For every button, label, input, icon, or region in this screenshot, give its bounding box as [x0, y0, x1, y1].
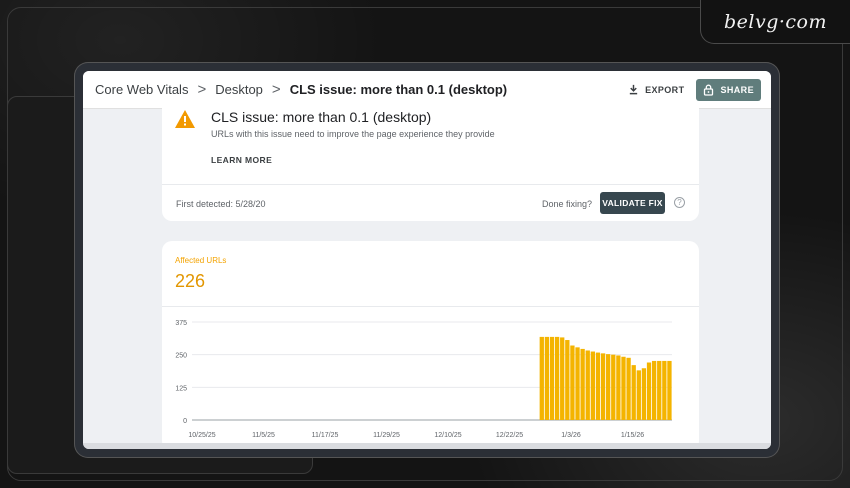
chart-bar [611, 354, 616, 420]
breadcrumb-core-web-vitals[interactable]: Core Web Vitals [95, 82, 188, 97]
validate-fix-button[interactable]: VALIDATE FIX [600, 192, 665, 214]
chart-bar [565, 340, 570, 420]
brand-logo: belvg·com [723, 10, 828, 33]
chart-bar [662, 360, 667, 420]
share-button[interactable]: SHARE [696, 78, 761, 101]
chart-bar [595, 352, 601, 420]
x-tick-label: 10/25/25 [188, 432, 215, 439]
x-tick-label: 11/29/25 [373, 432, 400, 439]
chart-bar [631, 365, 636, 420]
chart-bar [575, 347, 580, 420]
chart-bar [554, 336, 560, 420]
breadcrumb-separator: > [197, 81, 207, 98]
first-detected-text: First detected: 5/28/20 [176, 199, 266, 209]
issue-card: CLS issue: more than 0.1 (desktop) URLs … [162, 101, 699, 221]
y-tick-label: 250 [175, 353, 187, 360]
x-tick-label: 1/15/26 [621, 432, 644, 439]
chart-bar [600, 353, 606, 420]
download-icon [629, 84, 638, 95]
export-button[interactable]: EXPORT [628, 84, 684, 95]
x-tick-label: 11/17/25 [312, 432, 339, 439]
chart-bar [651, 360, 657, 420]
chart-bar [539, 336, 544, 420]
divider [162, 306, 699, 307]
brand-logo-box: belvg·com [700, 0, 850, 44]
chart-bar [636, 370, 641, 420]
affected-urls-count: 226 [175, 271, 206, 291]
share-label: SHARE [720, 84, 754, 95]
breadcrumb-separator: > [271, 81, 281, 98]
chart-bar [641, 368, 647, 420]
chart-bar [616, 355, 621, 420]
chart-bar [570, 345, 575, 420]
issue-description: URLs with this issue need to improve the… [211, 129, 495, 139]
affected-urls-label: Affected URLs [175, 256, 227, 265]
y-tick-label: 0 [183, 418, 187, 425]
x-tick-label: 12/10/25 [434, 432, 461, 439]
chart-bar [657, 360, 662, 420]
chart-bar [590, 351, 596, 420]
y-tick-label: 375 [175, 320, 187, 327]
chart-bar [585, 350, 590, 420]
chart-bar [580, 348, 585, 420]
device-frame: Core Web Vitals > Desktop > CLS issue: m… [74, 62, 780, 458]
chart-bar [646, 362, 652, 420]
chart-bar [544, 336, 550, 420]
chart-bar [626, 357, 631, 420]
x-tick-label: 11/5/25 [252, 432, 275, 439]
chart-bar [560, 337, 565, 420]
chart-bar [667, 360, 672, 420]
done-fixing-text: Done fixing? [542, 199, 593, 209]
app-screen: Core Web Vitals > Desktop > CLS issue: m… [83, 71, 771, 449]
learn-more-link[interactable]: LEARN MORE [211, 155, 272, 165]
chart-bar [621, 356, 626, 420]
chart-bar [549, 336, 555, 420]
x-tick-label: 1/3/26 [561, 432, 581, 439]
y-tick-label: 125 [175, 385, 187, 392]
x-tick-label: 12/22/25 [496, 432, 523, 439]
bottom-strip [83, 443, 771, 449]
chart-bar [606, 354, 611, 420]
issue-title: CLS issue: more than 0.1 (desktop) [211, 109, 432, 125]
chart-card: Affected URLs 226 0 125 250 375 10/25/25 11/5… [162, 241, 699, 449]
export-label: EXPORT [645, 84, 685, 95]
divider [162, 184, 699, 185]
warning-icon [175, 110, 195, 128]
help-circle-icon[interactable]: ? [674, 197, 685, 208]
breadcrumb-desktop[interactable]: Desktop [215, 82, 263, 97]
breadcrumb-current: CLS issue: more than 0.1 (desktop) [289, 82, 508, 97]
affected-urls-chart: 0 125 250 375 10/25/25 11/5/25 11/17/25 11/29/2… [175, 320, 672, 439]
lock-icon [704, 84, 714, 96]
